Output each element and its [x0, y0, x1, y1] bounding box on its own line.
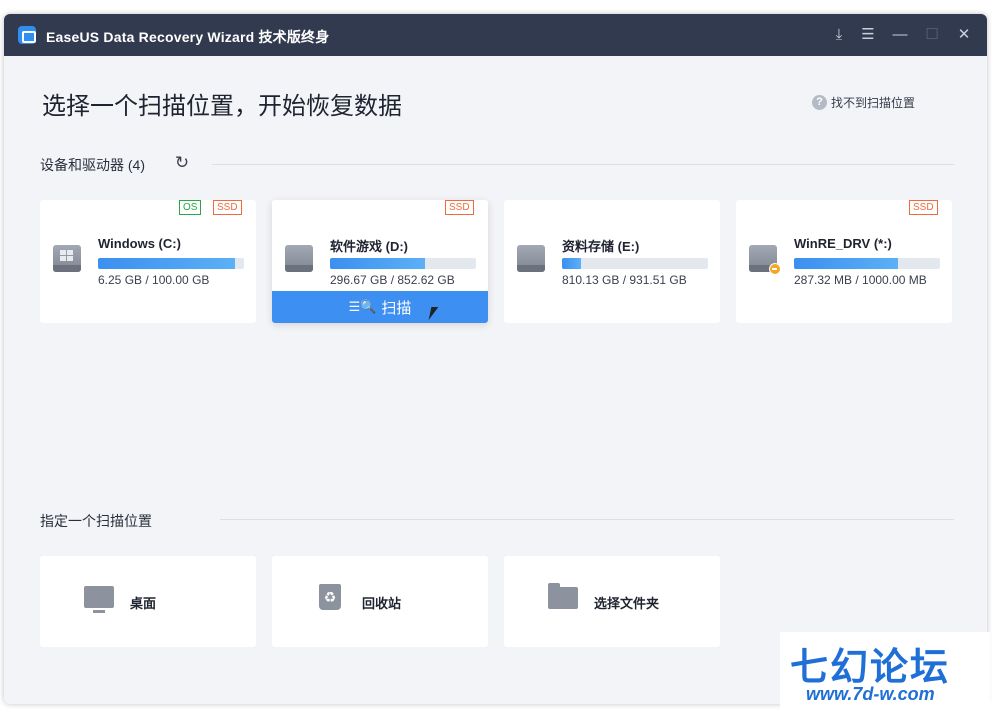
question-icon: ?	[812, 95, 827, 110]
location-desktop[interactable]: 桌面	[40, 556, 256, 647]
drive-name: 资料存储 (E:)	[562, 239, 640, 254]
usage-bar-fill	[562, 258, 581, 269]
close-icon[interactable]: ✕	[953, 24, 975, 46]
recycle-bin-icon: ♻	[319, 584, 341, 610]
watermark-url: www.7d-w.com	[806, 684, 935, 704]
help-link[interactable]: ? 找不到扫描位置	[812, 94, 915, 111]
drive-size: 287.32 MB / 1000.00 MB	[794, 273, 927, 287]
folder-icon	[548, 583, 578, 609]
help-link-label: 找不到扫描位置	[831, 96, 916, 110]
ssd-badge: SSD	[213, 200, 242, 215]
drive-card-winre[interactable]: SSD WinRE_DRV (*:) 287.32 MB / 1000.00 M…	[736, 200, 952, 323]
divider	[212, 164, 954, 165]
watermark: 七幻论坛 www.7d-w.com	[780, 632, 990, 714]
drive-card-d[interactable]: SSD 软件游戏 (D:) 296.67 GB / 852.62 GB ☰🔍 扫…	[272, 200, 488, 323]
menu-icon[interactable]: ☰	[857, 24, 879, 46]
ssd-badge: SSD	[909, 200, 938, 215]
refresh-icon[interactable]: ↻	[172, 153, 192, 173]
usage-bar-fill	[330, 258, 425, 269]
drive-name: WinRE_DRV (*:)	[794, 236, 892, 251]
usage-bar-fill	[794, 258, 898, 269]
usage-bar	[794, 258, 940, 269]
download-icon[interactable]: ⤓	[828, 24, 850, 46]
location-recycle-bin[interactable]: ♻ 回收站	[272, 556, 488, 647]
drive-size: 810.13 GB / 931.51 GB	[562, 273, 687, 287]
usage-bar	[562, 258, 708, 269]
maximize-icon: ☐	[925, 26, 939, 43]
app-logo-icon	[18, 26, 36, 44]
os-badge: OS	[179, 200, 202, 215]
divider	[220, 519, 954, 520]
main-content: 选择一个扫描位置，开始恢复数据 ? 找不到扫描位置 设备和驱动器 (4) ↻ O…	[4, 56, 987, 704]
ssd-badge: SSD	[445, 200, 474, 215]
drive-warning-icon	[749, 245, 781, 275]
drive-icon	[517, 245, 545, 272]
drive-size: 296.67 GB / 852.62 GB	[330, 273, 455, 287]
app-title: EaseUS Data Recovery Wizard 技术版终身	[46, 29, 330, 45]
scan-icon: ☰🔍	[348, 299, 377, 314]
app-window: EaseUS Data Recovery Wizard 技术版终身 ⤓ ☰ — …	[4, 14, 987, 704]
drive-card-c[interactable]: OS SSD Windows (C:) 6.25 GB / 100.00 GB	[40, 200, 256, 323]
usage-bar	[98, 258, 244, 269]
location-label: 桌面	[130, 596, 157, 611]
locations-section-title: 指定一个扫描位置	[40, 513, 152, 529]
page-title: 选择一个扫描位置，开始恢复数据	[42, 93, 402, 120]
watermark-title: 七幻论坛	[790, 647, 951, 689]
drive-name: Windows (C:)	[98, 236, 181, 251]
location-label: 回收站	[362, 596, 402, 611]
scan-button-label: 扫描	[381, 299, 412, 317]
drive-size: 6.25 GB / 100.00 GB	[98, 273, 210, 287]
usage-bar	[330, 258, 476, 269]
location-label: 选择文件夹	[594, 596, 660, 611]
usage-bar-fill	[98, 258, 236, 269]
drive-icon	[285, 245, 313, 272]
devices-section-title: 设备和驱动器 (4)	[40, 157, 145, 173]
warning-icon	[769, 263, 781, 275]
location-select-folder[interactable]: 选择文件夹	[504, 556, 720, 647]
title-bar[interactable]: EaseUS Data Recovery Wizard 技术版终身 ⤓ ☰ — …	[4, 14, 987, 56]
desktop-icon	[84, 586, 114, 613]
minimize-icon[interactable]: —	[889, 24, 911, 46]
windows-drive-icon	[53, 245, 81, 272]
drive-name: 软件游戏 (D:)	[330, 239, 408, 254]
scan-button[interactable]: ☰🔍 扫描	[272, 291, 488, 323]
drive-card-e[interactable]: 资料存储 (E:) 810.13 GB / 931.51 GB	[504, 200, 720, 323]
